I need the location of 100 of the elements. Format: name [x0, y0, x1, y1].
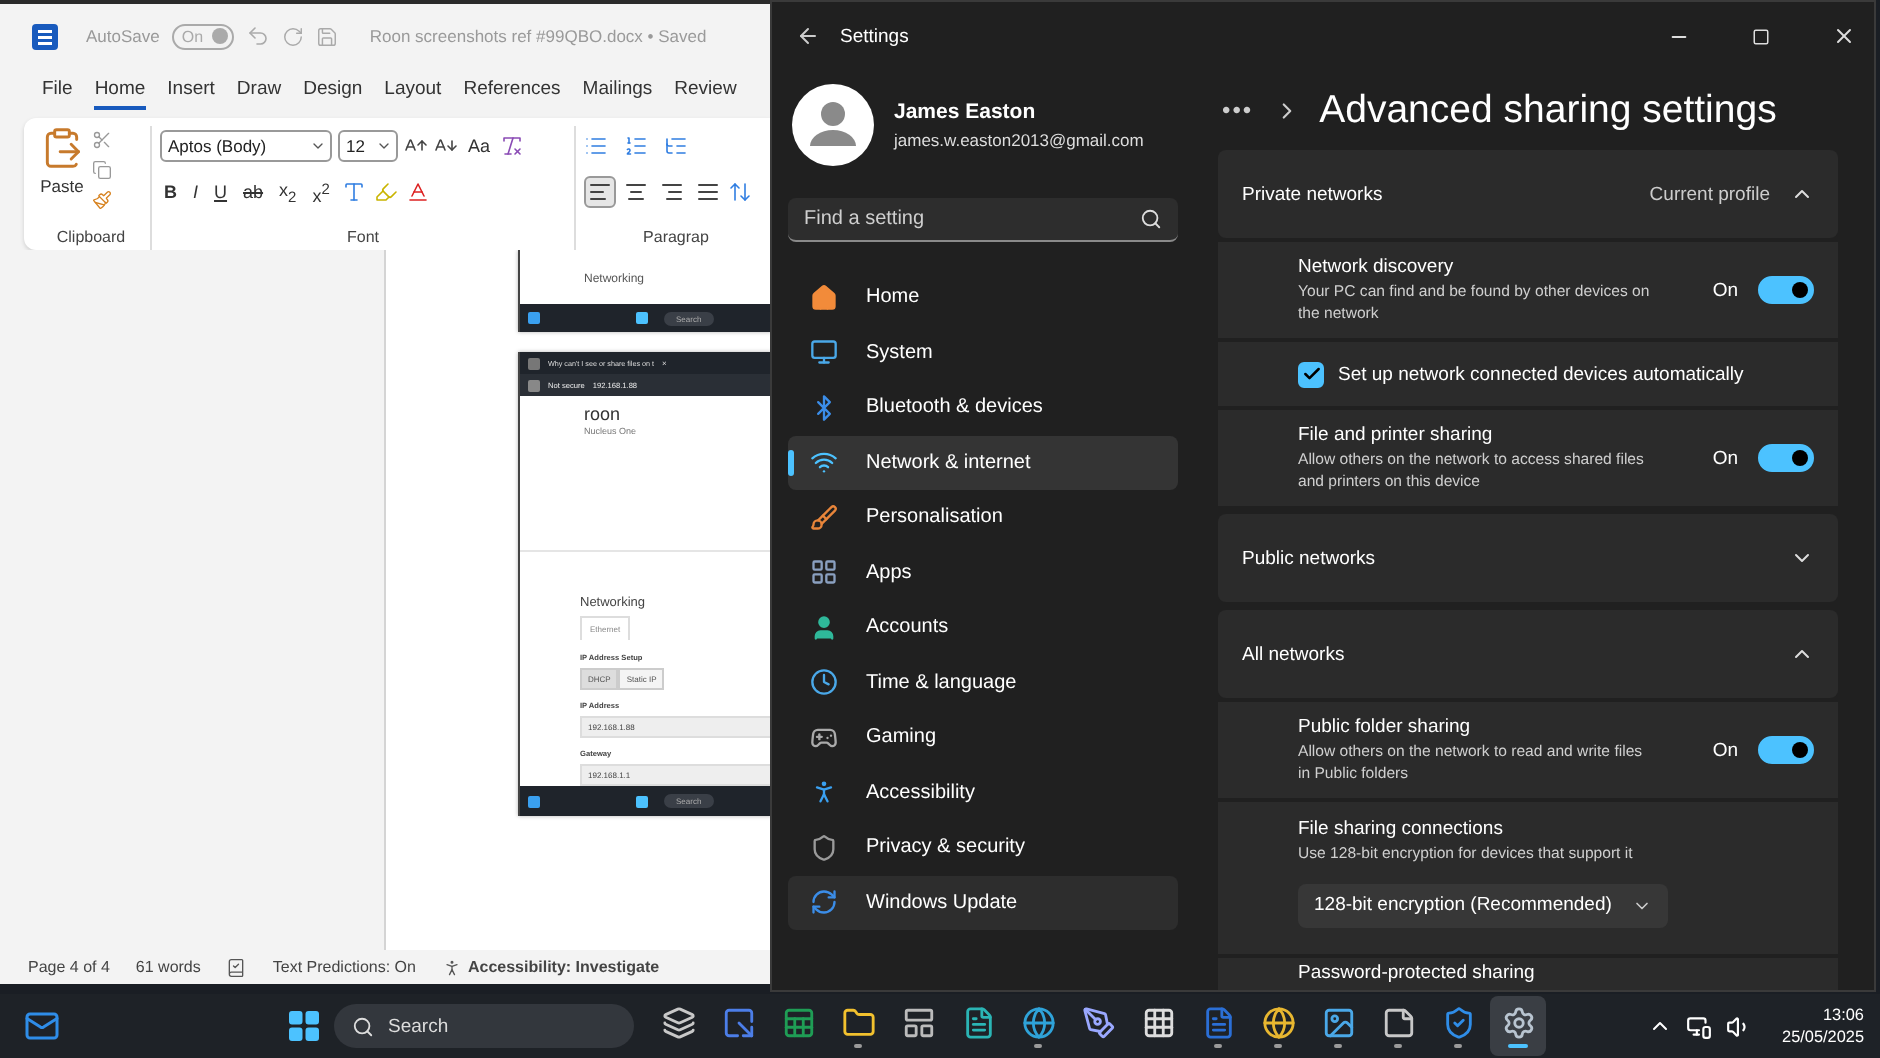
paintbrush-icon[interactable] — [92, 190, 112, 210]
align-center-icon — [624, 180, 648, 204]
nav-item[interactable]: Accounts — [788, 600, 1178, 655]
encryption-dropdown[interactable]: 128-bit encryption (Recommended) — [1298, 883, 1668, 928]
window-title: Settings — [840, 25, 909, 47]
accessibility-icon — [810, 778, 838, 807]
mail-app-icon[interactable] — [24, 1008, 60, 1044]
app-logo-icon — [32, 23, 58, 49]
clock-time[interactable]: 13:06 — [1823, 1006, 1864, 1024]
setting-title: Public folder sharing — [1298, 715, 1473, 738]
clock-date[interactable]: 25/05/2025 — [1782, 1028, 1864, 1046]
group-label: Paragrap — [643, 228, 709, 246]
toggle-state: On — [1712, 447, 1738, 469]
toggle-state: On — [1712, 739, 1738, 761]
document-title: Roon screenshots ref #99QBO.docx • Saved — [369, 26, 707, 46]
person-icon — [810, 613, 838, 642]
change-case-button[interactable]: Aa — [464, 136, 495, 156]
format-button[interactable]: B — [160, 182, 181, 202]
settings-icon — [1501, 1005, 1535, 1039]
maximize-icon — [1752, 27, 1770, 45]
picture-icon — [1321, 1005, 1355, 1039]
toggle-switch[interactable] — [1758, 276, 1814, 304]
paste-button[interactable]: Paste — [40, 176, 84, 196]
globe-icon — [1261, 1005, 1295, 1039]
clear-format-icon[interactable] — [500, 134, 525, 158]
ribbon-tab[interactable]: Review — [674, 71, 737, 109]
caret-icon[interactable] — [376, 138, 392, 154]
brush-icon — [810, 503, 838, 532]
avatar-icon — [792, 84, 874, 166]
ribbon-tab[interactable]: Home — [94, 71, 146, 109]
spreadsheet-icon — [781, 1005, 815, 1039]
format-button[interactable]: x$_{2}$ — [275, 179, 301, 205]
nav-item[interactable]: Privacy & security — [788, 820, 1178, 875]
layers-icon — [661, 1005, 695, 1039]
arrow-square-icon — [721, 1005, 755, 1039]
nav-item[interactable]: Bluetooth & devices — [788, 380, 1178, 435]
align-right-icon — [660, 180, 684, 204]
nav-item[interactable]: Time & language — [788, 655, 1178, 710]
accessibility-status[interactable]: Accessibility: Investigate — [467, 958, 660, 976]
multilevel-list-icon[interactable] — [664, 134, 688, 158]
format-button[interactable]: U — [210, 182, 232, 202]
text-predictions-status[interactable]: Text Predictions: On — [272, 958, 416, 976]
page-title: Advanced sharing settings — [1319, 87, 1777, 133]
document-icon — [1201, 1005, 1235, 1039]
toggle-switch[interactable] — [1758, 736, 1814, 764]
clock-icon — [810, 668, 838, 697]
proofing-icon[interactable] — [226, 957, 247, 977]
monitor-icon — [810, 338, 838, 367]
globe-icon — [1021, 1005, 1055, 1039]
ribbon-tab[interactable]: Draw — [236, 71, 282, 109]
section-header[interactable]: Private networks Current profile — [1218, 150, 1838, 238]
section-header[interactable]: All networks — [1218, 610, 1838, 698]
text-effects-icon[interactable] — [341, 180, 366, 204]
nav-item[interactable]: Windows Update — [788, 875, 1178, 930]
format-button[interactable]: ab — [239, 182, 268, 202]
setting-title: Network discovery — [1298, 255, 1456, 278]
scissors-icon[interactable] — [92, 130, 112, 150]
format-button[interactable]: x$^{2}$ — [308, 179, 334, 205]
folder-icon — [841, 1005, 875, 1039]
close-icon — [1831, 24, 1855, 48]
network-icon[interactable] — [1686, 1013, 1713, 1039]
font-name-field[interactable]: Aptos (Body) — [160, 130, 332, 162]
user-email: james.w.easton2013@gmail.com — [894, 130, 1144, 150]
font-size-field[interactable]: 12 — [338, 130, 398, 162]
nav-item[interactable]: Gaming — [788, 710, 1178, 765]
ribbon-tab[interactable]: References — [463, 71, 561, 109]
nav-item[interactable]: Home — [788, 270, 1178, 325]
search-field[interactable]: Search — [334, 1004, 634, 1048]
checkbox[interactable] — [1298, 361, 1324, 387]
ribbon-tab[interactable]: Mailings — [582, 71, 653, 109]
line-spacing-icon[interactable] — [728, 180, 752, 204]
nav-item[interactable]: System — [788, 325, 1178, 380]
toggle-state: On — [1712, 279, 1738, 301]
ribbon-tab[interactable]: File — [42, 71, 73, 109]
ribbon-tab[interactable]: Layout — [384, 71, 442, 109]
grid-icon — [810, 558, 838, 587]
numbering-icon[interactable] — [624, 134, 648, 158]
more-button[interactable]: ••• — [1222, 96, 1254, 124]
nav-item[interactable]: Personalisation — [788, 490, 1178, 545]
nav-item[interactable]: Network & internet — [788, 435, 1178, 490]
search-field[interactable]: Find a setting — [788, 198, 1178, 242]
text-file-icon — [961, 1005, 995, 1039]
taskbar-app-button[interactable] — [1490, 996, 1546, 1056]
align-left-icon — [588, 180, 612, 204]
section-header[interactable]: Public networks — [1218, 514, 1838, 602]
nav-item[interactable]: Accessibility — [788, 765, 1178, 820]
format-button[interactable]: I — [189, 182, 203, 202]
back-icon[interactable] — [796, 24, 820, 48]
ribbon-tab[interactable]: Design — [303, 71, 363, 109]
caret-icon[interactable] — [310, 138, 326, 154]
copy-icon[interactable] — [92, 160, 112, 180]
nav-item[interactable]: Apps — [788, 545, 1178, 600]
ribbon-tab[interactable]: Insert — [167, 71, 215, 109]
search-icon — [1140, 208, 1162, 230]
gamepad-icon — [810, 723, 838, 752]
wifi-icon — [810, 448, 838, 477]
font-color-icon[interactable] — [405, 180, 430, 204]
toggle-switch[interactable] — [1758, 444, 1814, 472]
align-button[interactable] — [584, 176, 616, 208]
clipboard-icon[interactable] — [40, 126, 84, 170]
